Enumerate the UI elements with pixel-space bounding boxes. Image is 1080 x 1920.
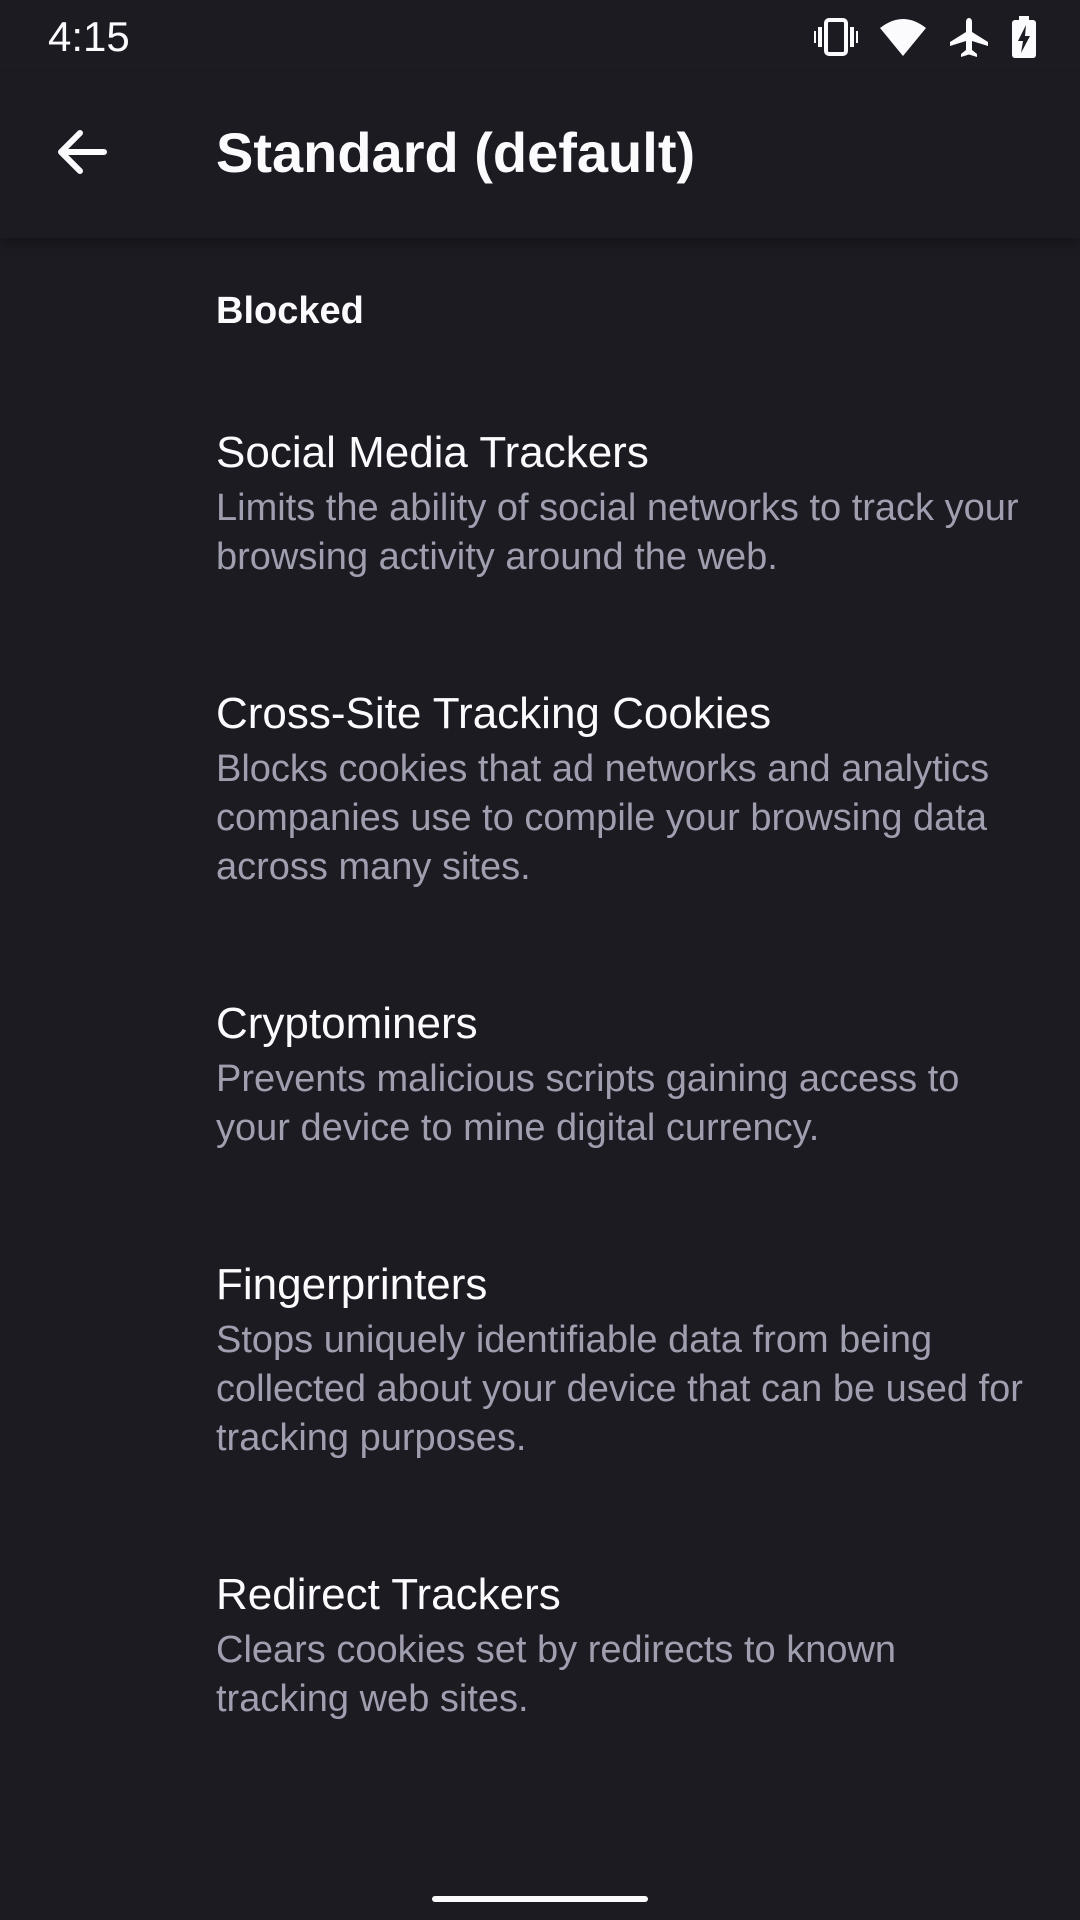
- section-header-blocked: Blocked: [216, 290, 364, 332]
- tracker-description: Limits the ability of social networks to…: [216, 487, 1019, 578]
- tracker-description: Prevents malicious scripts gaining acces…: [216, 1058, 960, 1149]
- home-gesture-bar[interactable]: [432, 1896, 648, 1902]
- tracker-title: Redirect Trackers: [216, 1570, 561, 1619]
- app-bar: Standard (default): [0, 74, 1080, 238]
- status-bar: 4:15: [0, 0, 1080, 74]
- tracker-item-social-media: Social Media Trackers Limits the ability…: [216, 426, 1036, 582]
- tracker-title: Cross-Site Tracking Cookies: [216, 689, 772, 738]
- back-arrow-icon: [58, 130, 107, 174]
- tracker-description: Blocks cookies that ad networks and anal…: [216, 748, 990, 888]
- vibrate-icon: [814, 18, 858, 56]
- tracker-description: Stops uniquely identifiable data from be…: [216, 1319, 1023, 1459]
- tracker-title: Cryptominers: [216, 999, 478, 1048]
- tracker-item-redirect-trackers: Redirect Trackers Clears cookies set by …: [216, 1568, 1036, 1724]
- tracker-title: Fingerprinters: [216, 1260, 488, 1309]
- battery-charging-icon: [1012, 16, 1036, 58]
- status-time: 4:15: [48, 13, 130, 60]
- back-button[interactable]: [34, 104, 130, 200]
- airplane-mode-icon: [950, 18, 988, 57]
- wifi-icon: [880, 19, 926, 56]
- tracker-title: Social Media Trackers: [216, 428, 649, 477]
- status-icons: [792, 14, 1036, 60]
- tracker-item-cross-site-cookies: Cross-Site Tracking Cookies Blocks cooki…: [216, 687, 1036, 892]
- tracker-description: Clears cookies set by redirects to known…: [216, 1629, 897, 1720]
- page-title: Standard (default): [216, 121, 696, 184]
- tracker-item-fingerprinters: Fingerprinters Stops uniquely identifiab…: [216, 1258, 1036, 1463]
- tracker-item-cryptominers: Cryptominers Prevents malicious scripts …: [216, 997, 1036, 1153]
